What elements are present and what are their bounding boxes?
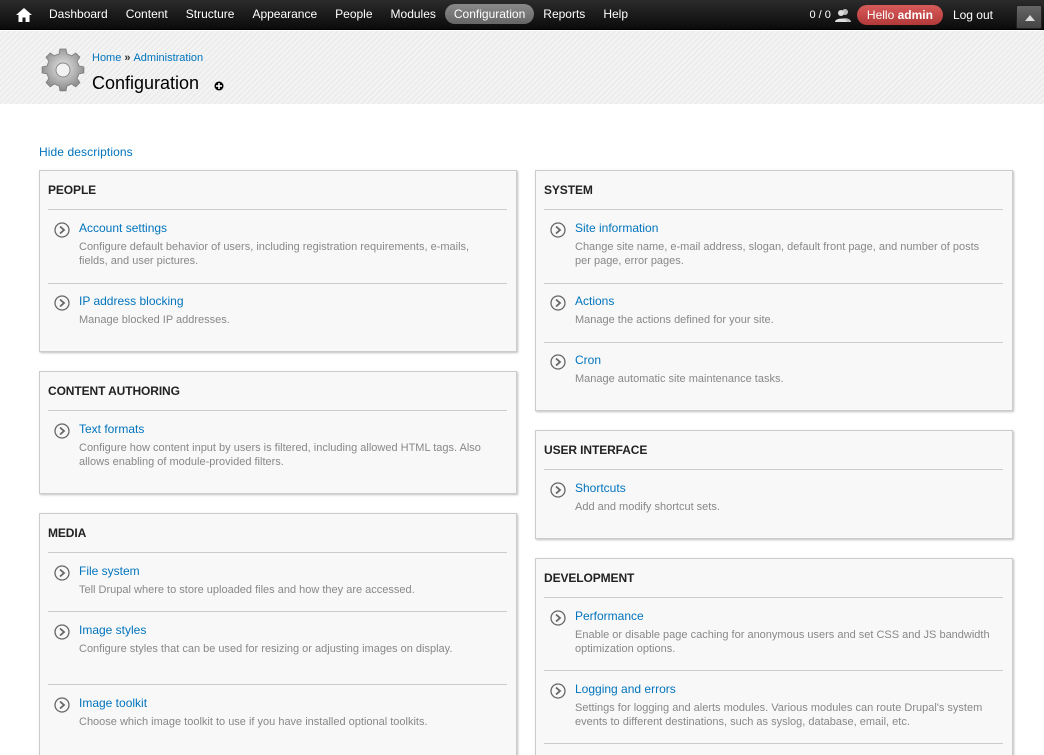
link-cron[interactable]: Cron: [575, 353, 601, 367]
config-item-actions: Actions Manage the actions defined for y…: [544, 283, 1003, 342]
item-description: Add and modify shortcut sets.: [575, 501, 720, 513]
panel-content-authoring: CONTENT AUTHORING Text formats Configure…: [39, 371, 517, 494]
arrow-circle-icon: [550, 683, 566, 699]
menu-modules[interactable]: Modules: [382, 4, 445, 24]
item-description: Configure styles that can be used for re…: [79, 643, 453, 655]
panel-people: PEOPLE Account settings Configure defaul…: [39, 170, 517, 352]
gear-icon: [41, 48, 85, 92]
page-header: Home» Administration Configuration: [0, 31, 1044, 104]
config-item-text-formats: Text formats Configure how content input…: [48, 411, 507, 484]
toolbar-drawer-toggle[interactable]: [1016, 5, 1042, 29]
link-text-formats[interactable]: Text formats: [79, 422, 144, 436]
menu-configuration[interactable]: Configuration: [444, 4, 535, 24]
arrow-circle-icon: [550, 295, 566, 311]
logout-link[interactable]: Log out: [953, 8, 993, 22]
menu-content[interactable]: Content: [117, 4, 177, 24]
arrow-up-icon: [1025, 15, 1035, 21]
panel-media: MEDIA File system Tell Drupal where to s…: [39, 513, 517, 755]
config-item-file-system: File system Tell Drupal where to store u…: [48, 553, 507, 612]
arrow-circle-icon: [550, 222, 566, 238]
panel-development: DEVELOPMENT Performance Enable or disabl…: [535, 558, 1013, 755]
config-item-cron: Cron Manage automatic site maintenance t…: [544, 342, 1003, 402]
arrow-circle-icon: [550, 482, 566, 498]
user-count: 0 / 0: [809, 9, 831, 21]
config-item-shortcuts: Shortcuts Add and modify shortcut sets.: [544, 470, 1003, 530]
item-description: Choose which image toolkit to use if you…: [79, 716, 428, 728]
link-actions[interactable]: Actions: [575, 294, 614, 308]
item-description: Configure default behavior of users, inc…: [79, 241, 470, 267]
item-description: Change site name, e-mail address, slogan…: [575, 241, 980, 267]
panel-user-interface: USER INTERFACE Shortcuts Add and modify …: [535, 430, 1013, 539]
config-item-image-toolkit: Image toolkit Choose which image toolkit…: [48, 685, 507, 745]
menu-structure[interactable]: Structure: [177, 4, 244, 24]
link-account-settings[interactable]: Account settings: [79, 221, 167, 235]
menu-help[interactable]: Help: [594, 4, 637, 24]
item-description: Enable or disable page caching for anony…: [575, 629, 990, 655]
arrow-circle-icon: [54, 624, 70, 640]
config-item-account-settings: Account settings Configure default behav…: [48, 210, 507, 283]
arrow-circle-icon: [54, 222, 70, 238]
config-item-image-styles: Image styles Configure styles that can b…: [48, 612, 507, 685]
config-item-ip-blocking: IP address blocking Manage blocked IP ad…: [48, 283, 507, 343]
link-shortcuts[interactable]: Shortcuts: [575, 481, 626, 495]
item-description: Settings for logging and alerts modules.…: [575, 702, 983, 728]
menu-reports[interactable]: Reports: [534, 4, 594, 24]
hide-descriptions-link[interactable]: Hide descriptions: [39, 145, 133, 159]
menu-appearance[interactable]: Appearance: [243, 4, 326, 24]
panel-title: SYSTEM: [544, 183, 593, 197]
config-item-site-information: Site information Change site name, e-mai…: [544, 210, 1003, 283]
item-description: Manage blocked IP addresses.: [79, 314, 230, 326]
panel-title: PEOPLE: [48, 183, 97, 197]
home-icon[interactable]: [14, 6, 34, 24]
divider: [544, 743, 1003, 744]
panel-system: SYSTEM Site information Change site name…: [535, 170, 1013, 411]
link-performance[interactable]: Performance: [575, 609, 644, 623]
breadcrumb-administration[interactable]: Administration: [133, 52, 203, 64]
arrow-circle-icon: [550, 354, 566, 370]
arrow-circle-icon: [54, 565, 70, 581]
toolbar-menu: Dashboard Content Structure Appearance P…: [40, 4, 637, 24]
admin-toolbar: Dashboard Content Structure Appearance P…: [0, 0, 1044, 30]
panel-title: CONTENT AUTHORING: [48, 384, 180, 398]
item-description: Tell Drupal where to store uploaded file…: [79, 584, 415, 596]
config-item-performance: Performance Enable or disable page cachi…: [544, 598, 1003, 671]
config-item-logging-errors: Logging and errors Settings for logging …: [544, 671, 1003, 744]
breadcrumb-home[interactable]: Home: [92, 52, 121, 64]
item-description: Configure how content input by users is …: [79, 442, 481, 468]
hello-prefix: Hello: [866, 8, 895, 22]
users-online-icon: [834, 9, 851, 22]
panel-title: USER INTERFACE: [544, 443, 648, 457]
menu-dashboard[interactable]: Dashboard: [40, 4, 117, 24]
toolbar-user-area: 0 / 0 Hello admin Log out: [810, 0, 1044, 30]
username: admin: [897, 8, 933, 22]
add-shortcut-icon[interactable]: [214, 81, 224, 91]
breadcrumb: Home» Administration: [92, 52, 203, 64]
item-description: Manage automatic site maintenance tasks.: [575, 373, 784, 385]
link-file-system[interactable]: File system: [79, 564, 140, 578]
panel-title: MEDIA: [48, 526, 87, 540]
link-image-styles[interactable]: Image styles: [79, 623, 146, 637]
link-image-toolkit[interactable]: Image toolkit: [79, 696, 147, 710]
link-logging-and-errors[interactable]: Logging and errors: [575, 682, 676, 696]
item-description: Manage the actions defined for your site…: [575, 314, 774, 326]
page-title: Configuration: [92, 73, 200, 93]
panel-title: DEVELOPMENT: [544, 571, 635, 585]
breadcrumb-separator: »: [124, 52, 131, 64]
hello-user-badge[interactable]: Hello admin: [856, 5, 943, 25]
link-ip-address-blocking[interactable]: IP address blocking: [79, 294, 184, 308]
menu-people[interactable]: People: [326, 4, 381, 24]
arrow-circle-icon: [54, 697, 70, 713]
arrow-circle-icon: [54, 295, 70, 311]
link-site-information[interactable]: Site information: [575, 221, 658, 235]
arrow-circle-icon: [550, 610, 566, 626]
arrow-circle-icon: [54, 423, 70, 439]
